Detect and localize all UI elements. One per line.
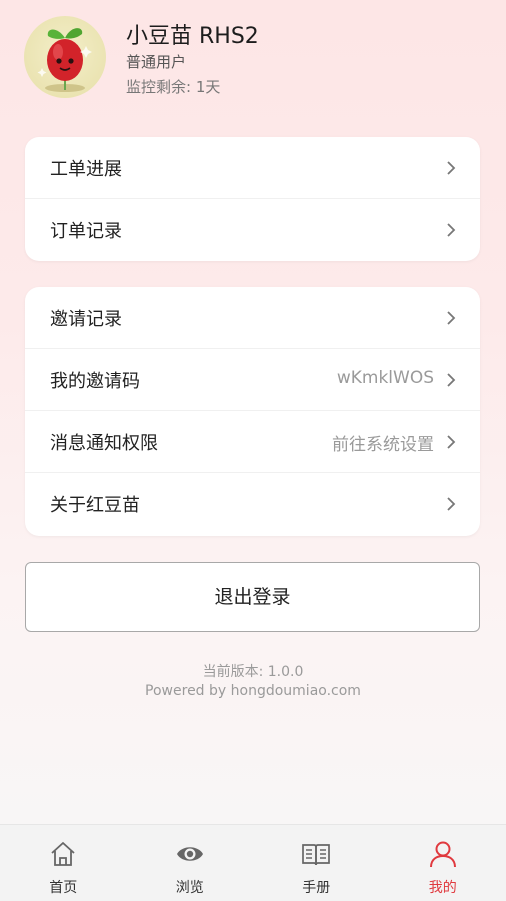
chevron-right-icon <box>444 434 458 450</box>
menu-item-label: 订单记录 <box>50 217 122 243</box>
menu-item-invite-records[interactable]: 邀请记录 <box>25 287 480 349</box>
home-icon <box>48 839 78 869</box>
menu-item-label: 我的邀请码 <box>50 367 140 393</box>
eye-icon <box>175 839 205 869</box>
tab-browse[interactable]: 浏览 <box>127 825 254 901</box>
chevron-right-icon <box>444 496 458 512</box>
logout-button[interactable]: 退出登录 <box>25 562 480 632</box>
profile-header: 小豆苗 RHS2 普通用户 监控剩余: 1天 <box>24 16 484 100</box>
bean-mascot-icon <box>24 16 106 98</box>
tab-manual[interactable]: 手册 <box>253 825 380 901</box>
menu-item-about[interactable]: 关于红豆苗 <box>25 473 480 535</box>
user-icon <box>428 839 458 869</box>
tab-label: 首页 <box>0 877 127 897</box>
book-icon <box>301 839 331 869</box>
bottom-tab-bar: 首页 浏览 手册 我的 <box>0 824 506 901</box>
tab-mine[interactable]: 我的 <box>380 825 506 901</box>
app-version: 当前版本: 1.0.0 <box>0 661 506 681</box>
user-role: 普通用户 <box>126 51 186 72</box>
menu-item-label: 邀请记录 <box>50 305 122 331</box>
menu-item-label: 消息通知权限 <box>50 429 158 455</box>
chevron-right-icon <box>444 372 458 388</box>
menu-item-order-records[interactable]: 订单记录 <box>25 199 480 261</box>
menu-item-work-orders[interactable]: 工单进展 <box>25 137 480 199</box>
tab-label: 我的 <box>380 877 506 897</box>
avatar[interactable] <box>24 16 106 98</box>
tab-label: 手册 <box>253 877 380 897</box>
chevron-right-icon <box>444 160 458 176</box>
menu-item-notification-permission[interactable]: 消息通知权限 前往系统设置 <box>25 411 480 473</box>
chevron-right-icon <box>444 222 458 238</box>
invite-code-value: wKmklWOS <box>337 368 434 388</box>
powered-by: Powered by hongdoumiao.com <box>0 683 506 699</box>
tab-label: 浏览 <box>127 877 254 897</box>
user-name: 小豆苗 RHS2 <box>126 18 259 50</box>
tab-home[interactable]: 首页 <box>0 825 127 901</box>
system-settings-link: 前往系统设置 <box>332 430 434 455</box>
menu-card-orders: 工单进展 订单记录 <box>25 137 480 261</box>
monitor-remaining: 监控剩余: 1天 <box>126 76 220 97</box>
menu-item-label: 工单进展 <box>50 155 122 181</box>
menu-item-label: 关于红豆苗 <box>50 491 140 517</box>
menu-item-invite-code[interactable]: 我的邀请码 wKmklWOS <box>25 349 480 411</box>
chevron-right-icon <box>444 310 458 326</box>
menu-card-account: 邀请记录 我的邀请码 wKmklWOS 消息通知权限 前往系统设置 关于红豆苗 <box>25 287 480 536</box>
